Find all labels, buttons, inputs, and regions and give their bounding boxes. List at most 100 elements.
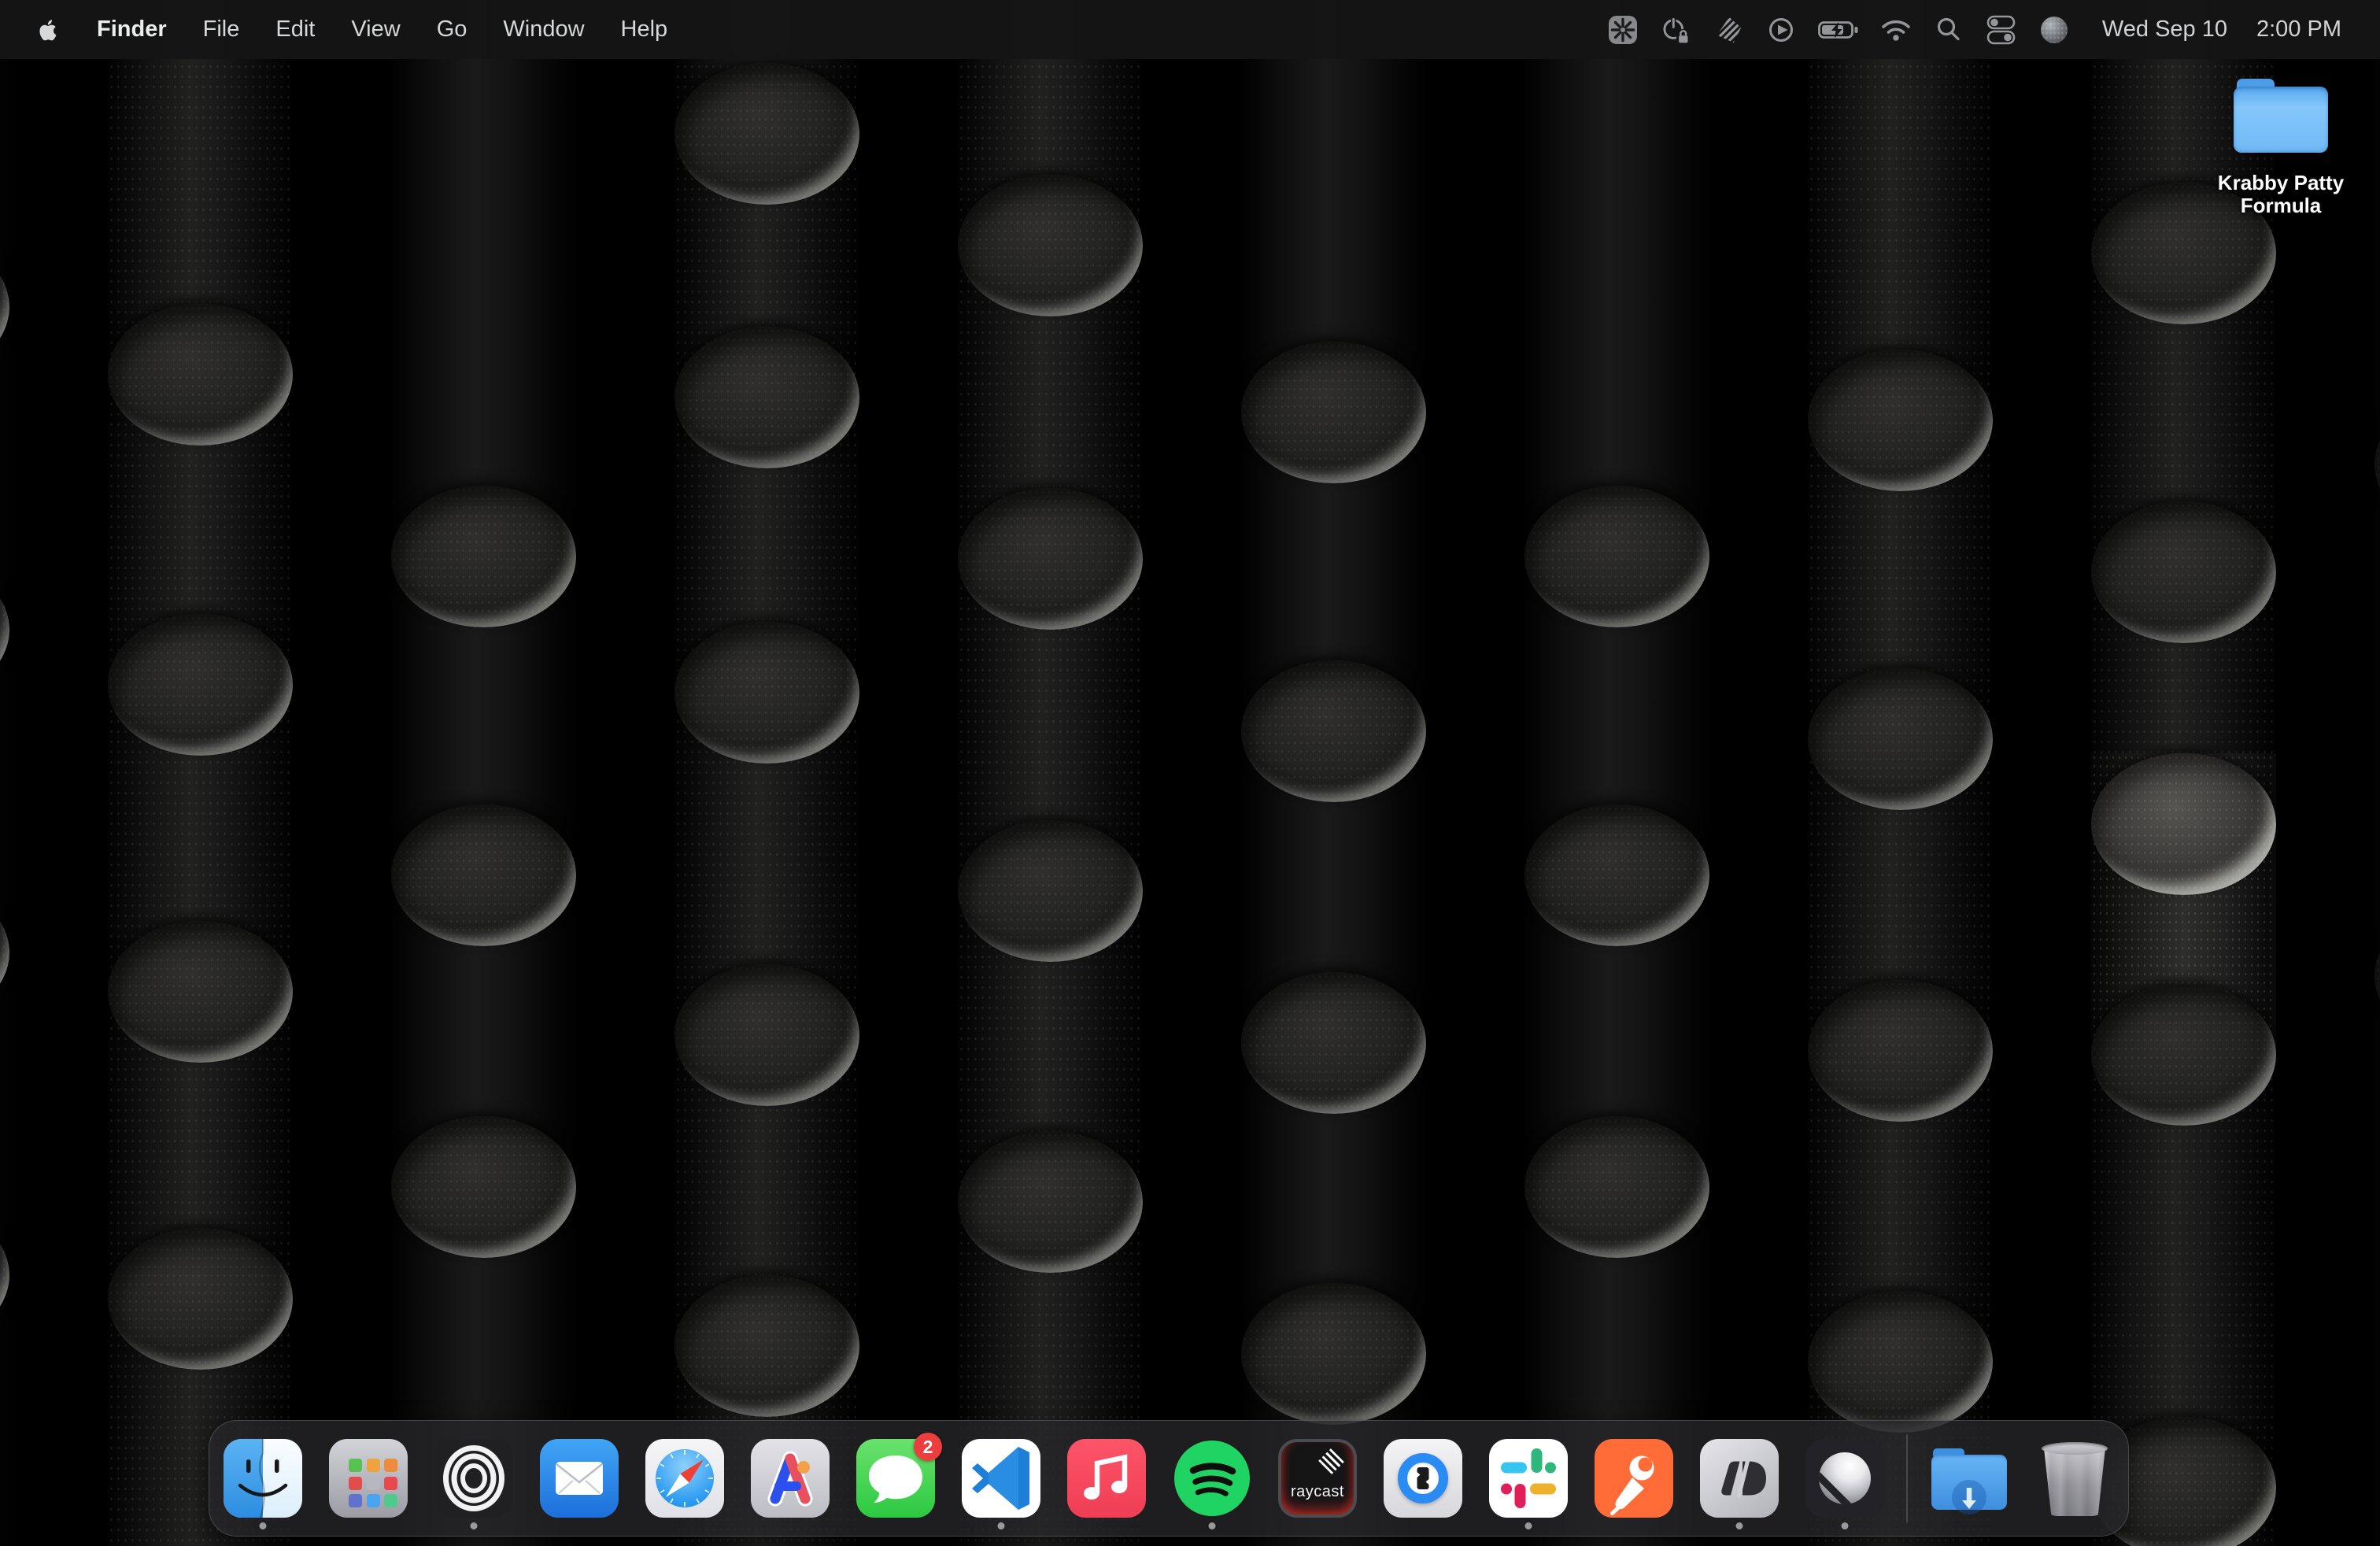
apple-menu-icon[interactable] [37,16,61,44]
finder-icon [224,1439,302,1518]
wallpaper-cylinder-cap [674,63,859,205]
wallpaper-cylinder-cap [674,327,859,468]
wallpaper-cylinder-cap [674,622,859,764]
siri-marble-icon[interactable] [2038,13,2070,47]
battery-charging-icon[interactable] [1818,13,1859,47]
dock-divider [1906,1434,1908,1522]
trash-icon [2035,1439,2114,1518]
menu-item-view[interactable]: View [351,0,400,59]
dock-item-music[interactable] [1067,1439,1146,1518]
wallpaper-cylinder-cap [1808,1291,1993,1433]
dock-item-mail[interactable] [540,1439,619,1518]
launchpad-icon [329,1439,408,1518]
wallpaper-cylinder-cap [958,1131,1143,1273]
wifi-icon[interactable] [1880,13,1912,47]
running-indicator-dot [1736,1522,1743,1529]
wallpaper-cylinder-column [108,0,293,1546]
wallpaper-cylinder-cap [108,921,293,1063]
wallpaper-cylinder-cap [674,1275,859,1417]
now-playing-icon[interactable] [1765,13,1797,47]
one-password-icon [1384,1439,1462,1518]
menu-item-window[interactable]: Window [503,0,584,59]
dock-item-grayd[interactable] [1700,1439,1779,1518]
desktop-folder-label: Krabby Patty Formula [2194,172,2367,217]
menu-bar-left: Finder File Edit View Go Window Help [0,0,667,59]
arc-browser-icon [751,1439,830,1518]
menu-item-finder[interactable]: Finder [97,0,167,59]
wallpaper-cylinder-column [2091,0,2276,1546]
menu-item-help[interactable]: Help [621,0,668,59]
menu-item-edit[interactable]: Edit [275,0,315,59]
spotify-icon [1173,1439,1251,1518]
wallpaper-cylinder-cap [108,304,293,446]
dock-item-spotify[interactable] [1173,1439,1251,1518]
running-indicator-dot [1525,1522,1532,1529]
postman-icon [1595,1439,1673,1518]
wallpaper-cylinder-cap [1524,804,1709,946]
wallpaper-cylinder-cap [1808,980,1993,1122]
raycast-logo-glyph [1318,1448,1345,1474]
running-indicator-dot [1842,1522,1849,1529]
wallpaper-cylinder-cap [2091,501,2276,643]
wallpaper-cylinder-cap [1524,486,1709,627]
running-indicator-dot [471,1522,478,1529]
dock-item-finder[interactable] [224,1439,302,1518]
notification-badge: 2 [914,1433,942,1461]
privacy-hatch-icon[interactable] [1713,13,1744,47]
wallpaper-cylinder-cap [674,964,859,1106]
concentric-circles-icon [434,1439,513,1518]
raycast-label: raycast [1281,1483,1354,1501]
dock-item-arc[interactable] [751,1439,830,1518]
dock-item-trash[interactable] [2035,1439,2114,1518]
spotlight-search-icon[interactable] [1933,13,1964,47]
wallpaper-cylinder-column [674,0,859,1546]
wallpaper-cylinder-column [1241,0,1426,1546]
running-indicator-dot [1209,1522,1216,1529]
dock-item-slack[interactable] [1489,1439,1568,1518]
wallpaper-cylinder-column [1524,0,1709,1546]
wallpaper-cylinder-cap [1241,972,1426,1114]
dock-item-safari[interactable] [645,1439,724,1518]
dock-item-downloads[interactable] [1930,1439,2009,1518]
wallpaper-cylinder-cap [1808,350,1993,491]
wallpaper-cylinder-cap [1241,1283,1426,1425]
dock-item-messages[interactable]: 2 [856,1439,935,1518]
safari-icon [645,1439,724,1518]
wallpaper-cylinder-column [1808,0,1993,1546]
dock-item-vscode[interactable] [962,1439,1040,1518]
slack-icon [1489,1439,1568,1518]
menubar-date[interactable]: Wed Sep 10 [2102,17,2227,43]
wallpaper-cylinder-cap [108,1228,293,1370]
dock-item-postman[interactable] [1595,1439,1673,1518]
status-icon-cluster: Wed Sep 10 2:00 PM [1607,0,2341,59]
control-center-icon[interactable] [1986,13,2017,47]
linear-icon [1805,1439,1884,1518]
menu-item-file[interactable]: File [203,0,240,59]
downloads-folder-icon [1930,1439,2009,1518]
dock-item-launchpad[interactable] [329,1439,408,1518]
running-indicator-dot [260,1522,267,1529]
power-lock-icon[interactable] [1660,13,1691,47]
dock-item-onepassword[interactable] [1384,1439,1462,1518]
macos-desktop: Krabby Patty Formula Finder File Edit Vi… [0,0,2380,1546]
wallpaper-cylinder-column [2374,0,2380,1546]
apple-music-icon [1067,1439,1146,1518]
wallpaper-cylinder-cap [391,1116,576,1258]
dock-item-raycast[interactable]: raycast [1278,1439,1357,1518]
dock-item-circles[interactable] [434,1439,513,1518]
dock-item-linear[interactable] [1805,1439,1884,1518]
wallpaper-cylinder-cap [2091,984,2276,1126]
gray-d-app-icon [1700,1439,1779,1518]
menubar-clock[interactable]: 2:00 PM [2256,17,2341,43]
menu-bar: Finder File Edit View Go Window Help [0,0,2380,59]
mail-icon [540,1439,619,1518]
wallpaper-cylinder-column [391,0,576,1546]
raycast-icon: raycast [1278,1439,1357,1518]
wallpaper-cylinder-cap [1524,1116,1709,1258]
wallpaper-cylinder-column [958,0,1143,1546]
menu-item-go[interactable]: Go [437,0,468,59]
wallpaper-cylinder-column [0,0,9,1546]
wallpaper-cylinder-cap [391,804,576,946]
wallpaper-cylinder-cap [1808,668,1993,810]
starburst-app-icon[interactable] [1607,13,1639,47]
